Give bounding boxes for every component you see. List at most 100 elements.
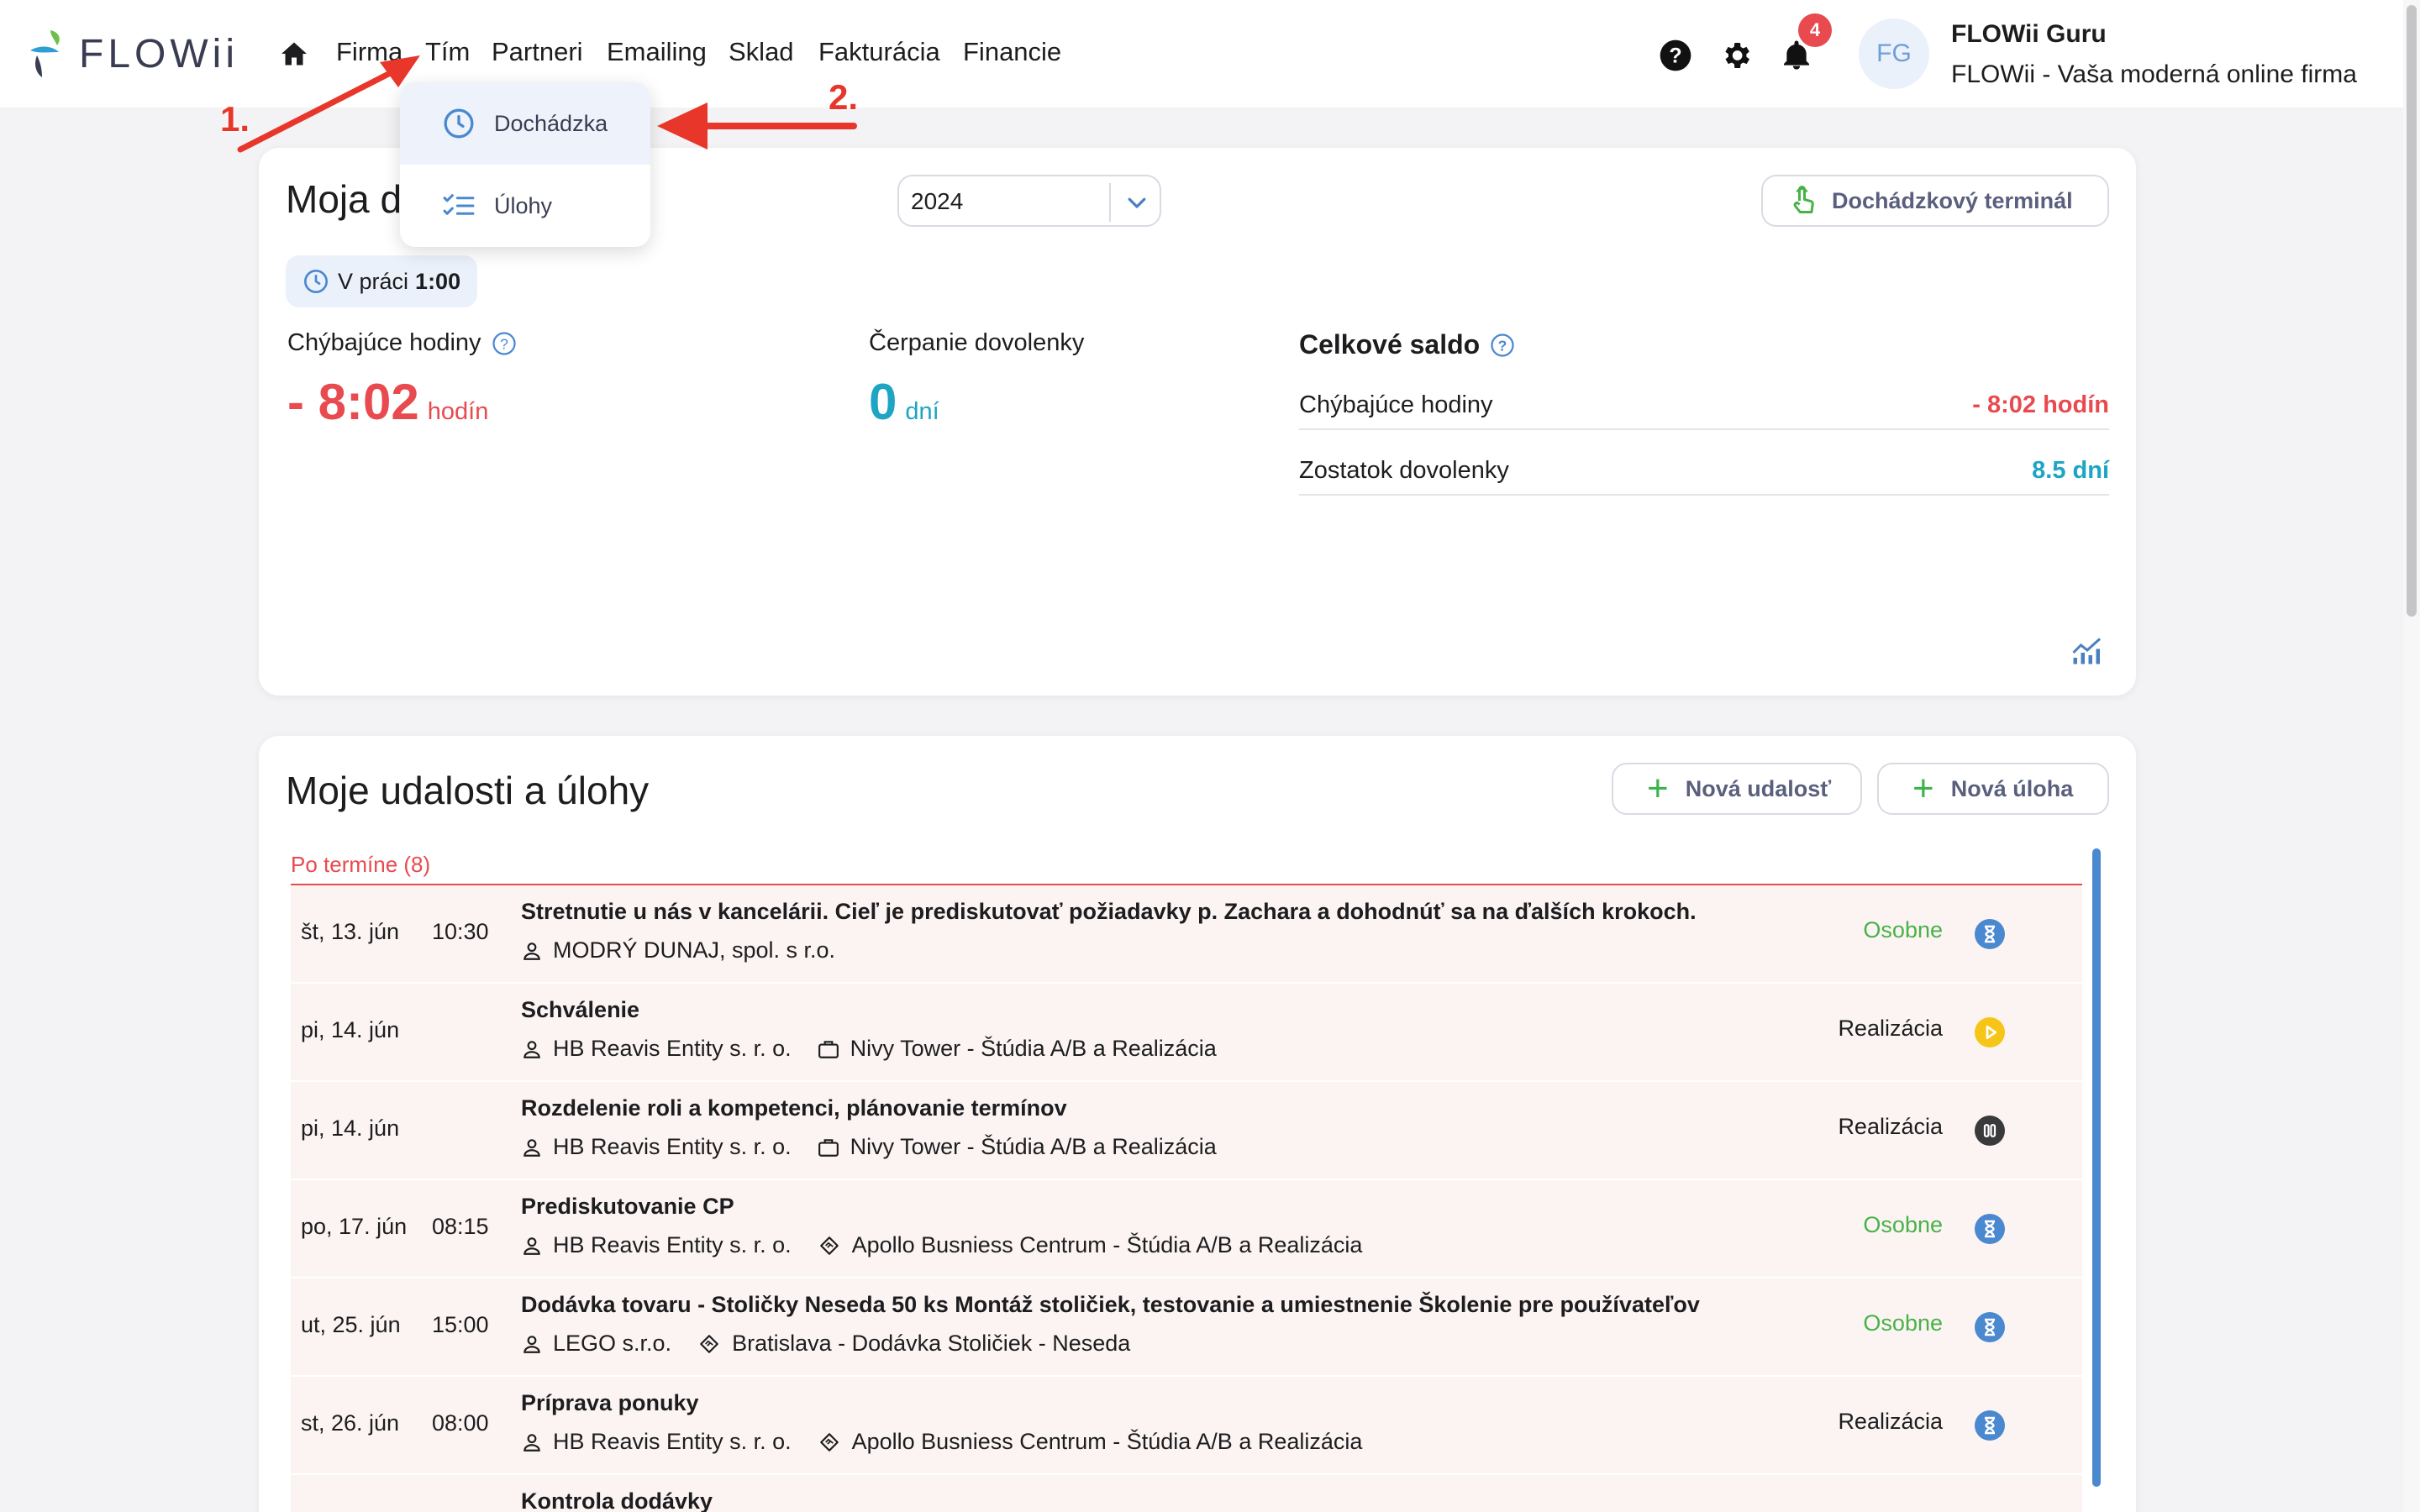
notification-count-badge: 4 — [1798, 13, 1832, 47]
hourglass-icon[interactable] — [1975, 919, 2005, 949]
event-category: Realizácia — [1838, 1114, 1943, 1139]
logo-wordmark: FLOWii — [79, 31, 239, 76]
event-row[interactable]: št, 13. jún 10:30 Stretnutie u nás v kan… — [291, 885, 2082, 984]
new-task-button-label: Nová úloha — [1950, 775, 2074, 801]
event-title[interactable]: Kontrola dodávky — [521, 1488, 713, 1512]
event-project[interactable]: Apollo Busniess Centrum - Štúdia A/B a R… — [817, 1429, 1362, 1455]
checklist-icon — [443, 194, 475, 215]
event-title[interactable]: Príprava ponuky — [521, 1390, 699, 1416]
event-title[interactable]: Stretnutie u nás v kancelárii. Cieľ je p… — [521, 899, 1697, 925]
event-title[interactable]: Schválenie — [521, 997, 639, 1023]
handshake-icon — [819, 1432, 839, 1452]
help-circle-icon[interactable]: ? — [1490, 333, 1515, 358]
settings-gear-icon[interactable] — [1719, 39, 1753, 72]
nav-firma[interactable]: Firma — [336, 37, 402, 67]
help-circle-icon[interactable]: ? — [492, 331, 517, 356]
event-time: 08:00 — [432, 1410, 489, 1436]
flowii-logo[interactable]: FLOWii — [25, 27, 239, 81]
nav-fakturacia[interactable]: Fakturácia — [818, 37, 940, 67]
event-row[interactable]: Kontrola dodávky — [291, 1475, 2082, 1512]
event-contact-name: HB Reavis Entity s. r. o. — [553, 1429, 792, 1454]
event-contact[interactable]: LEGO s.r.o. — [521, 1331, 671, 1357]
event-date: št, 13. jún — [301, 919, 400, 944]
event-meta: HB Reavis Entity s. r. o. Nivy Tower - Š… — [521, 1134, 1242, 1160]
user-avatar[interactable]: FG — [1859, 18, 1929, 89]
statistics-chart-icon[interactable] — [2070, 635, 2104, 665]
new-task-button[interactable]: + Nová úloha — [1877, 763, 2109, 815]
person-icon — [523, 942, 540, 960]
event-date: po, 17. jún — [301, 1214, 408, 1239]
pause-icon[interactable] — [1975, 1116, 2005, 1146]
event-project-name: Nivy Tower - Štúdia A/B a Realizácia — [850, 1036, 1217, 1061]
event-row[interactable]: pi, 14. jún Rozdelenie roli a kompetenci… — [291, 1082, 2082, 1180]
person-icon — [523, 1040, 540, 1058]
event-row[interactable]: st, 26. jún 08:00 Príprava ponuky HB Rea… — [291, 1377, 2082, 1475]
hourglass-icon[interactable] — [1975, 1312, 2005, 1342]
user-company[interactable]: FLOWii - Vaša moderná online firma — [1951, 60, 2357, 89]
touch-hand-icon — [1793, 186, 1814, 213]
user-name[interactable]: FLOWii Guru — [1951, 20, 2107, 49]
new-event-button[interactable]: + Nová udalosť — [1612, 763, 1862, 815]
in-work-status-pill: V práci 1:00 — [286, 255, 477, 307]
menu-item-ulohy[interactable]: Úlohy — [400, 165, 650, 247]
event-project[interactable]: Nivy Tower - Štúdia A/B a Realizácia — [817, 1036, 1217, 1062]
balance-row-label: Chýbajúce hodiny — [1299, 391, 1493, 418]
event-title[interactable]: Dodávka tovaru - Stoličky Neseda 50 ks M… — [521, 1292, 1700, 1318]
overdue-group-label[interactable]: Po termíne (8) — [291, 852, 430, 878]
event-contact-name: LEGO s.r.o. — [553, 1331, 672, 1356]
balance-row-vacation-remaining: Zostatok dovolenky 8.5 dní — [1299, 440, 2109, 496]
event-row[interactable]: pi, 14. jún Schválenie HB Reavis Entity … — [291, 984, 2082, 1082]
event-title[interactable]: Rozdelenie roli a kompetenci, plánovanie… — [521, 1095, 1067, 1121]
event-contact[interactable]: MODRÝ DUNAJ, spol. s r.o. — [521, 937, 835, 963]
clock-icon — [444, 108, 474, 139]
event-contact[interactable]: HB Reavis Entity s. r. o. — [521, 1134, 792, 1160]
page-scrollbar-thumb[interactable] — [2407, 5, 2417, 617]
event-row[interactable]: ut, 25. jún 15:00 Dodávka tovaru - Stoli… — [291, 1278, 2082, 1377]
event-project-name: Bratislava - Dodávka Stoličiek - Neseda — [732, 1331, 1131, 1356]
svg-text:?: ? — [500, 335, 508, 352]
event-row[interactable]: po, 17. jún 08:15 Prediskutovanie CP HB … — [291, 1180, 2082, 1278]
events-list-scrollbar-thumb[interactable] — [2092, 848, 2101, 1487]
hourglass-icon[interactable] — [1975, 1410, 2005, 1441]
nav-financie[interactable]: Financie — [963, 37, 1061, 67]
event-contact-name: HB Reavis Entity s. r. o. — [553, 1134, 792, 1159]
flowii-logo-mark — [30, 30, 60, 77]
event-meta: HB Reavis Entity s. r. o. Apollo Busnies… — [521, 1429, 1387, 1455]
plus-icon: + — [1647, 768, 1669, 809]
menu-item-dochadzka[interactable]: Dochádzka — [400, 82, 650, 165]
event-date: st, 26. jún — [301, 1410, 400, 1436]
event-meta: MODRÝ DUNAJ, spol. s r.o. — [521, 937, 860, 963]
chevron-down-icon[interactable] — [1124, 190, 1150, 215]
event-project[interactable]: Apollo Busniess Centrum - Štúdia A/B a R… — [817, 1232, 1362, 1258]
nav-emailing[interactable]: Emailing — [607, 37, 707, 67]
person-icon — [523, 1138, 540, 1157]
nav-tim[interactable]: Tím — [425, 37, 470, 67]
event-contact[interactable]: HB Reavis Entity s. r. o. — [521, 1429, 792, 1455]
events-card-title: Moje udalosti a úlohy — [286, 769, 650, 812]
vacation-usage-label-group: Čerpanie dovolenky — [869, 329, 1084, 357]
balance-row-label: Zostatok dovolenky — [1299, 457, 1509, 484]
play-icon[interactable] — [1975, 1017, 2005, 1047]
period-select[interactable]: 2024 — [897, 175, 1161, 227]
event-contact[interactable]: HB Reavis Entity s. r. o. — [521, 1232, 792, 1258]
event-project[interactable]: Bratislava - Dodávka Stoličiek - Neseda — [697, 1331, 1130, 1357]
person-icon — [523, 1433, 540, 1452]
missing-hours-value: - 8:02 — [287, 374, 419, 430]
briefcase-icon — [818, 1040, 839, 1058]
nav-sklad[interactable]: Sklad — [729, 37, 794, 67]
event-time: 08:15 — [432, 1214, 489, 1239]
handshake-icon — [819, 1236, 839, 1255]
help-icon[interactable]: ? — [1659, 39, 1692, 72]
hourglass-icon[interactable] — [1975, 1214, 2005, 1244]
select-divider — [1109, 183, 1111, 222]
event-date: ut, 25. jún — [301, 1312, 401, 1337]
event-project[interactable]: Nivy Tower - Štúdia A/B a Realizácia — [817, 1134, 1217, 1160]
vacation-usage-value: 0 — [869, 374, 897, 430]
attendance-terminal-button[interactable]: Dochádzkový terminál — [1761, 175, 2109, 227]
nav-partneri[interactable]: Partneri — [492, 37, 583, 67]
svg-text:?: ? — [1669, 44, 1681, 67]
event-meta: HB Reavis Entity s. r. o. Nivy Tower - Š… — [521, 1036, 1242, 1062]
event-contact[interactable]: HB Reavis Entity s. r. o. — [521, 1036, 792, 1062]
home-icon[interactable] — [279, 39, 309, 69]
event-title[interactable]: Prediskutovanie CP — [521, 1194, 734, 1220]
